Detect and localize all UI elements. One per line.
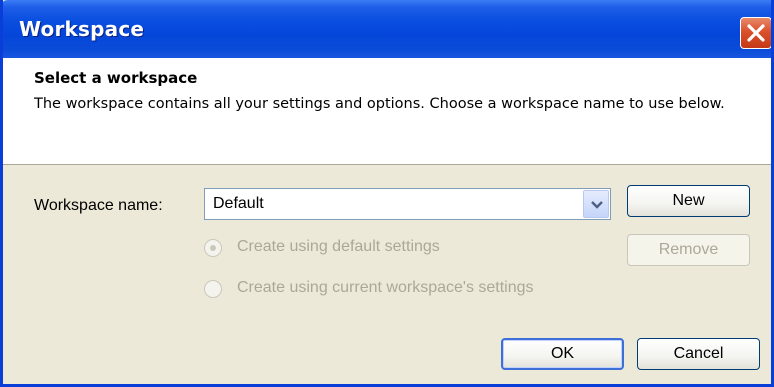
cancel-button[interactable]: Cancel	[637, 338, 760, 370]
radio-button[interactable]	[204, 280, 222, 298]
workspace-dialog: Workspace Select a workspace The workspa…	[0, 0, 774, 387]
workspace-name-input[interactable]	[213, 189, 573, 219]
close-icon	[747, 24, 765, 42]
radio-label-current-settings: Create using current workspace's setting…	[237, 279, 534, 296]
radio-label-default-settings: Create using default settings	[237, 238, 440, 255]
ok-button[interactable]: OK	[501, 338, 624, 370]
remove-button[interactable]: Remove	[627, 234, 750, 266]
new-button[interactable]: New	[627, 185, 750, 217]
radio-button-selected[interactable]	[204, 239, 222, 257]
header-title: Select a workspace	[34, 69, 198, 87]
workspace-name-label: Workspace name:	[34, 197, 163, 214]
workspace-name-combobox[interactable]	[204, 188, 611, 220]
window-title: Workspace	[19, 17, 145, 41]
title-bar[interactable]: Workspace	[3, 0, 771, 58]
header-description: The workspace contains all your settings…	[34, 96, 725, 112]
chevron-down-icon	[591, 201, 603, 209]
close-button[interactable]	[740, 17, 771, 49]
dropdown-button[interactable]	[583, 190, 609, 218]
header-panel: Select a workspace The workspace contain…	[3, 58, 771, 165]
